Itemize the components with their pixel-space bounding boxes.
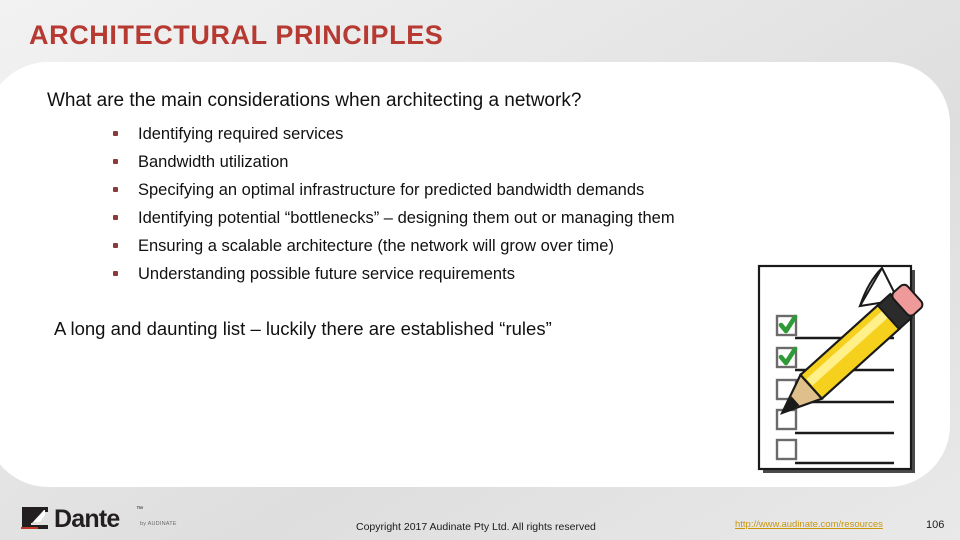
- page-number: 106: [926, 519, 945, 531]
- dante-mark-icon: [21, 507, 48, 529]
- dante-logo-word: Dante: [54, 505, 120, 533]
- list-item: Ensuring a scalable architecture (the ne…: [108, 232, 675, 260]
- list-item: Identifying potential “bottlenecks” – de…: [108, 204, 675, 232]
- list-item: Identifying required services: [108, 120, 675, 148]
- body-text-area: What are the main considerations when ar…: [0, 62, 760, 487]
- bullet-dot-icon: [113, 131, 118, 136]
- bullet-list: Identifying required services Bandwidth …: [108, 120, 675, 288]
- list-item-label: Understanding possible future service re…: [138, 265, 515, 283]
- list-item-label: Bandwidth utilization: [138, 153, 289, 171]
- question-line: What are the main considerations when ar…: [47, 90, 582, 111]
- list-item-label: Identifying potential “bottlenecks” – de…: [138, 209, 675, 227]
- dante-logo: Dante ™ by AUDINATE: [18, 504, 176, 538]
- list-item-label: Specifying an optimal infrastructure for…: [138, 181, 645, 199]
- checklist-with-pencil-icon: [757, 264, 924, 473]
- bullet-dot-icon: [113, 187, 118, 192]
- bullet-dot-icon: [113, 215, 118, 220]
- summary-line: A long and daunting list – luckily there…: [54, 318, 552, 339]
- list-item-label: Ensuring a scalable architecture (the ne…: [138, 237, 614, 255]
- bullet-dot-icon: [113, 243, 118, 248]
- bullet-dot-icon: [113, 159, 118, 164]
- bullet-dot-icon: [113, 271, 118, 276]
- trademark-icon: ™: [136, 506, 143, 513]
- dante-logo-subtext: by AUDINATE: [140, 521, 177, 527]
- copyright-text: Copyright 2017 Audinate Pty Ltd. All rig…: [356, 521, 596, 533]
- page-title: ARCHITECTURAL PRINCIPLES: [29, 20, 444, 50]
- slide: ARCHITECTURAL PRINCIPLES What are the ma…: [0, 0, 960, 540]
- resources-link[interactable]: http://www.audinate.com/resources: [735, 519, 883, 530]
- list-item-label: Identifying required services: [138, 125, 344, 143]
- list-item: Bandwidth utilization: [108, 148, 675, 176]
- list-item: Specifying an optimal infrastructure for…: [108, 176, 675, 204]
- list-item: Understanding possible future service re…: [108, 260, 675, 288]
